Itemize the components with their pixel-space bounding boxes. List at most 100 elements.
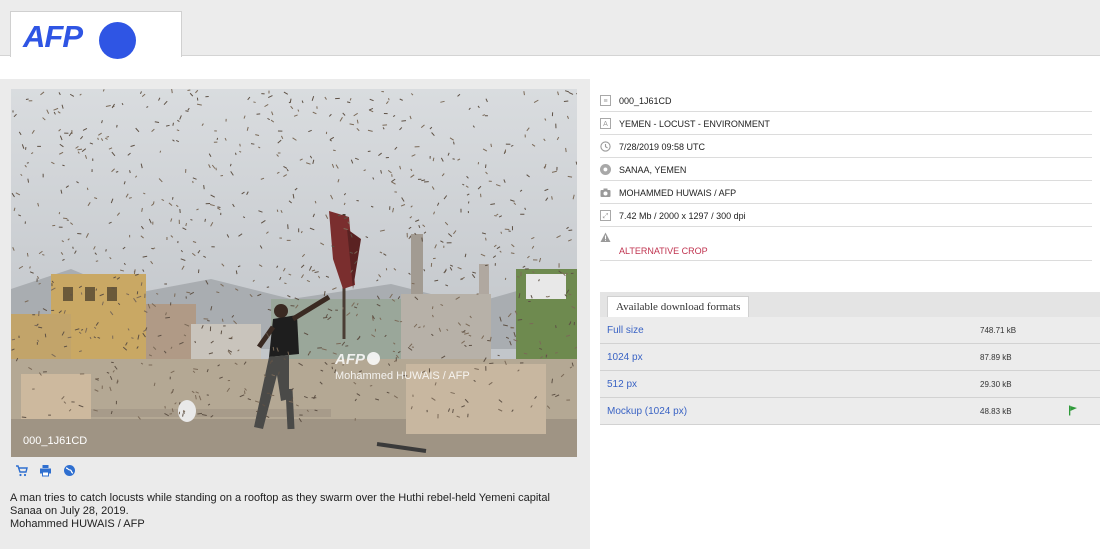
meta-title: YEMEN - LOCUST - ENVIRONMENT [619,119,770,129]
download-size: 748.71 kB [980,326,1017,335]
locust-mark [95,260,99,262]
download-size: 48.83 kB [980,407,1012,416]
locust-mark [171,89,173,94]
locust-mark [58,212,61,215]
download-link[interactable]: Full size [607,325,644,336]
meta-id: 000_1J61CD [619,96,672,106]
locust-mark [494,215,497,217]
download-size: 29.30 kB [980,380,1012,389]
locust-mark [26,252,29,257]
download-row[interactable]: Mockup (1024 px) 48.83 kB [600,398,1100,425]
locust-mark [314,200,317,204]
print-icon[interactable] [38,464,52,478]
camera-icon [600,187,611,198]
download-link[interactable]: 512 px [607,379,637,390]
locust-mark [401,120,407,122]
meta-file-row: ⤢ 7.42 Mb / 2000 x 1297 / 300 dpi [600,204,1092,227]
photo-id-overlay: 000_1J61CD [23,435,88,447]
locust-mark [235,152,237,156]
meta-warning-row: ALTERNATIVE CROP [600,227,1092,261]
title-icon: A [600,118,611,129]
download-row[interactable]: Full size 748.71 kB [600,317,1100,344]
locust-mark [178,401,181,405]
locust-mark [314,409,318,412]
locust-mark [221,318,224,322]
meta-date-row: 7/28/2019 09:58 UTC [600,135,1092,158]
locust-mark [270,394,275,397]
download-row[interactable]: 1024 px 87.89 kB [600,344,1100,371]
locust-mark [67,336,72,339]
locust-mark [432,157,435,162]
locust-mark [193,368,199,370]
locust-mark [555,325,557,329]
download-formats: Available download formats Full size 748… [600,292,1100,425]
locust-mark [29,266,31,269]
locust-mark [229,163,232,167]
locust-mark [421,237,423,242]
meta-id-row: ≡ 000_1J61CD [600,89,1092,112]
locust-mark [141,207,143,212]
afp-logo-dot [99,22,136,59]
caption-text: A man tries to catch locusts while stand… [10,492,550,517]
locust-mark [165,316,170,319]
clock-icon [600,141,611,152]
locust-mark [62,164,65,167]
locust-mark [172,122,174,126]
watermark-dot [367,352,380,365]
locust-mark [563,100,569,103]
locust-mark [95,288,98,291]
download-link[interactable]: 1024 px [607,352,643,363]
globe-icon[interactable] [62,464,76,478]
main-photo[interactable]: 000_1J61CD AFP Mohammed HUWAIS / AFP [11,89,577,457]
locust-mark [42,254,45,256]
watermark-credit: Mohammed HUWAIS / AFP [335,370,470,382]
locust-mark [452,408,454,414]
locust-mark [194,340,197,344]
locust-mark [510,252,515,254]
download-link[interactable]: Mockup (1024 px) [607,406,687,417]
locust-mark [26,162,29,164]
locust-mark [485,264,488,267]
locust-mark [27,178,30,183]
afp-logo: AFP [23,19,83,54]
locust-mark [197,412,203,415]
photo-panel: 000_1J61CD AFP Mohammed HUWAIS / AFP A m… [0,79,590,549]
locust-mark [547,295,550,298]
locust-mark [569,321,572,325]
locust-mark [431,306,434,310]
meta-photographer-row: MOHAMMED HUWAIS / AFP [600,181,1092,204]
meta-location-row: ● SANAA, YEMEN [600,158,1092,181]
meta-photographer: MOHAMMED HUWAIS / AFP [619,188,737,198]
locust-mark [490,143,492,148]
download-formats-tab[interactable]: Available download formats [607,296,750,318]
locust-mark [159,150,162,153]
download-size: 87.89 kB [980,353,1012,362]
download-row[interactable]: 512 px 29.30 kB [600,371,1100,398]
locust-mark [500,231,503,234]
locust-mark [411,282,415,285]
meta-file-info: 7.42 Mb / 2000 x 1297 / 300 dpi [619,211,746,221]
locust-mark [44,333,47,338]
locust-mark [485,237,487,241]
locust-mark [105,249,107,252]
meta-warning[interactable]: ALTERNATIVE CROP [619,246,708,256]
locust-mark [216,137,219,141]
locust-mark [128,197,132,199]
locust-mark [129,170,131,174]
caption-credit: Mohammed HUWAIS / AFP [10,518,145,530]
cart-icon[interactable] [14,464,28,478]
locust-mark [523,352,528,355]
locust-mark [250,143,255,145]
metadata-list: ≡ 000_1J61CD A YEMEN - LOCUST - ENVIRONM… [600,89,1092,261]
photo-image [11,89,577,457]
locust-mark [337,214,341,217]
watermark-logo: AFP [335,351,365,368]
flag-icon[interactable] [1068,405,1078,419]
locust-mark [568,229,573,232]
logo-tab[interactable]: AFP [10,11,182,59]
locust-mark [152,247,156,250]
meta-title-row: A YEMEN - LOCUST - ENVIRONMENT [600,112,1092,135]
locust-mark [140,282,143,286]
locust-mark [284,282,287,285]
locust-mark [190,219,193,221]
